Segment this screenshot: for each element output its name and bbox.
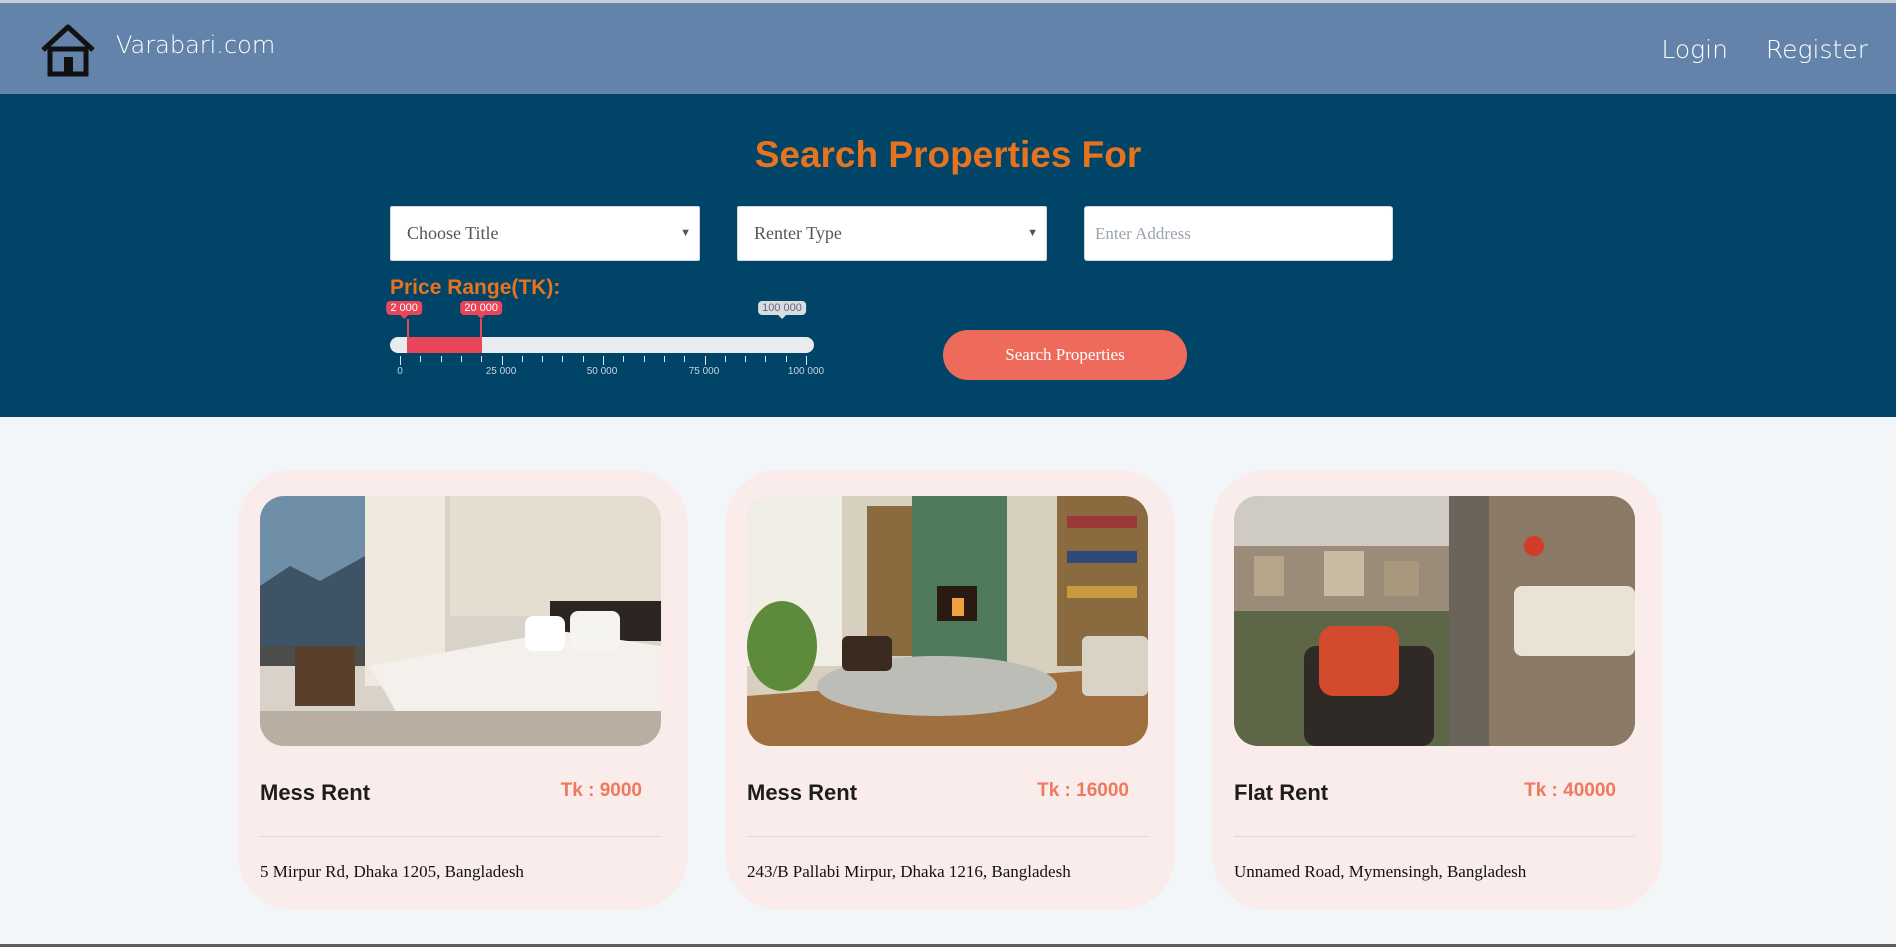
renter-type-select[interactable]: Renter Type ▼ [737, 206, 1047, 261]
listing-price: Tk : 40000 [1524, 780, 1616, 801]
slider-handle-max[interactable] [480, 319, 483, 353]
slider-tick [704, 356, 706, 365]
scale-label: 25 000 [485, 366, 517, 377]
nav-links: Login Register [1661, 35, 1868, 64]
slider-tick [481, 356, 483, 362]
listing-price: Tk : 9000 [560, 780, 642, 801]
login-link[interactable]: Login [1661, 35, 1728, 64]
title-select-value: Choose Title [407, 223, 499, 243]
title-select[interactable]: Choose Title ▼ [390, 206, 700, 261]
slider-tick [582, 356, 584, 362]
price-range-slider[interactable]: 2 000 20 000 100 000 0 25 000 50 000 75 … [386, 299, 828, 377]
house-icon [41, 24, 95, 77]
brand-name: Varabari.com [116, 31, 276, 59]
address-input[interactable] [1084, 206, 1393, 261]
caret-down-icon: ▼ [680, 227, 691, 239]
slider-tick [663, 356, 665, 362]
slider-tick [684, 356, 686, 362]
listing-title: Mess Rent [747, 780, 858, 805]
slider-tick [765, 356, 767, 362]
slider-tick [806, 356, 807, 365]
search-heading: Search Properties For [754, 134, 1142, 175]
search-properties-button[interactable]: Search Properties [943, 330, 1187, 380]
scale-label: 50 000 [586, 366, 618, 377]
price-range-label: Price Range(TK): [390, 276, 561, 299]
listing-card[interactable]: Flat Rent Tk : 40000 Unnamed Road, Mymen… [1212, 470, 1662, 910]
balcony-photo[interactable] [1234, 496, 1635, 746]
listing-address: 243/B Pallabi Mirpur, Dhaka 1216, Bangla… [747, 862, 1071, 881]
scale-label: 100 000 [787, 366, 825, 377]
register-link[interactable]: Register [1766, 35, 1868, 64]
slider-tick [724, 356, 726, 362]
slider-tick [603, 356, 604, 365]
slider-tick [440, 356, 442, 362]
slider-tick [400, 356, 401, 365]
slider-tick [521, 356, 523, 362]
listing-card[interactable]: Mess Rent Tk : 16000 243/B Pallabi Mirpu… [725, 470, 1175, 910]
listing-price: Tk : 16000 [1037, 780, 1129, 801]
divider [747, 836, 1148, 837]
scale-max-bubble: 100 000 [758, 301, 806, 319]
slider-tick [420, 356, 422, 362]
listing-address: 5 Mirpur Rd, Dhaka 1205, Bangladesh [260, 862, 524, 881]
slider-tick [562, 356, 564, 362]
slider-tick [542, 356, 544, 362]
slider-tick [745, 356, 747, 362]
living-room-photo[interactable] [747, 496, 1148, 746]
slider-tick [785, 356, 787, 362]
scale-label: 75 000 [688, 366, 720, 377]
listing-title: Flat Rent [1234, 780, 1329, 805]
min-price-bubble: 2 000 [386, 301, 422, 319]
brand-link[interactable]: Varabari.com [40, 23, 275, 77]
renter-type-select-value: Renter Type [754, 223, 842, 243]
divider [1234, 836, 1635, 837]
slider-handle-min[interactable] [407, 319, 410, 353]
listing-title: Mess Rent [260, 780, 371, 805]
slider-tick [623, 356, 625, 362]
slider-tick [460, 356, 462, 362]
max-price-bubble: 20 000 [460, 301, 503, 319]
scale-label: 0 [397, 366, 403, 377]
slider-selected-range [408, 337, 482, 353]
slider-tick [501, 356, 503, 365]
listing-card[interactable]: Mess Rent Tk : 9000 5 Mirpur Rd, Dhaka 1… [238, 470, 688, 910]
search-panel: Search Properties For Choose Title ▼ Ren… [0, 94, 1896, 417]
slider-tick [643, 356, 645, 362]
caret-down-icon: ▼ [1027, 227, 1038, 239]
bedroom-photo[interactable] [260, 496, 661, 746]
top-navbar: Varabari.com Login Register [0, 0, 1896, 94]
listing-address: Unnamed Road, Mymensingh, Bangladesh [1234, 862, 1527, 881]
divider [260, 836, 661, 837]
